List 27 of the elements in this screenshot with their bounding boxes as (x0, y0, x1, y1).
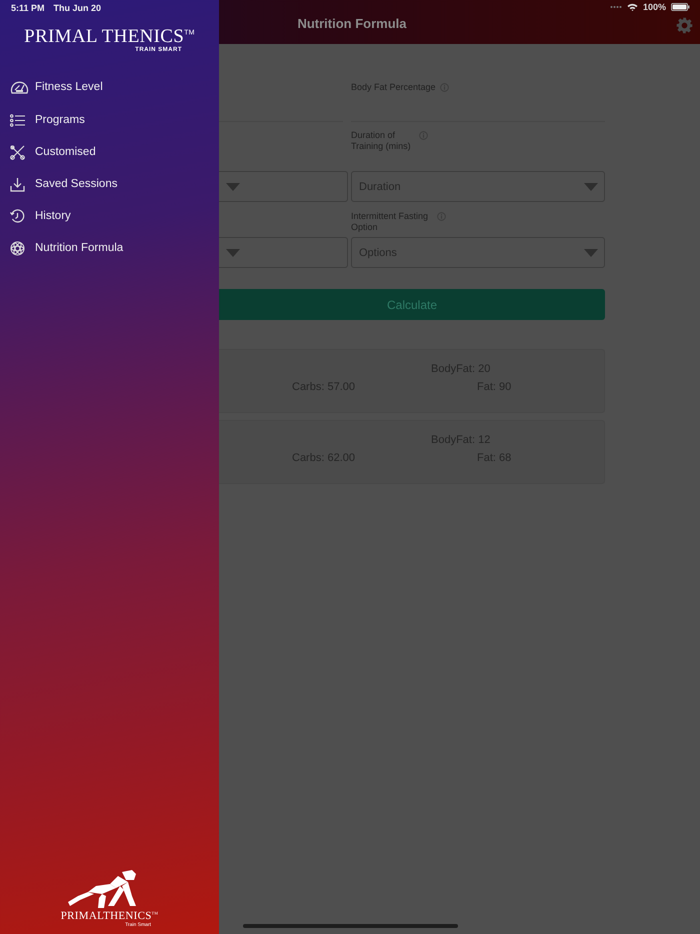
status-date: Thu Jun 20 (54, 3, 102, 13)
menu-item[interactable]: Customised (0, 136, 219, 168)
menu-item[interactable]: History (0, 200, 219, 232)
screen-title: Nutrition Formula (297, 16, 407, 31)
menu-item[interactable]: Programs (0, 104, 219, 136)
signal-icon (610, 5, 622, 9)
caret-icon (226, 182, 240, 190)
logo-text: PRIMAL THENICS$^{TM}$ (24, 27, 195, 46)
dropdown[interactable] (219, 171, 348, 202)
caret-icon (584, 182, 598, 190)
atom-icon (10, 240, 25, 256)
dropdown[interactable] (219, 237, 348, 268)
menu-item[interactable]: Saved Sessions (0, 168, 219, 200)
caret-icon (226, 248, 240, 256)
status-time: 5:11 PM (11, 3, 45, 13)
speedometer-icon (10, 79, 29, 95)
tools-icon (10, 144, 25, 160)
menu-item[interactable]: Nutrition Formula (0, 232, 219, 264)
settings-icon[interactable] (676, 17, 693, 34)
history-icon (10, 208, 25, 224)
menu-item[interactable]: Fitness Level (0, 70, 219, 104)
list-icon (10, 114, 25, 126)
battery-icon (671, 3, 690, 11)
battery-percent: 100% (642, 2, 666, 12)
wifi-icon (626, 3, 638, 11)
download-icon (10, 176, 25, 192)
caret-icon (584, 248, 598, 256)
